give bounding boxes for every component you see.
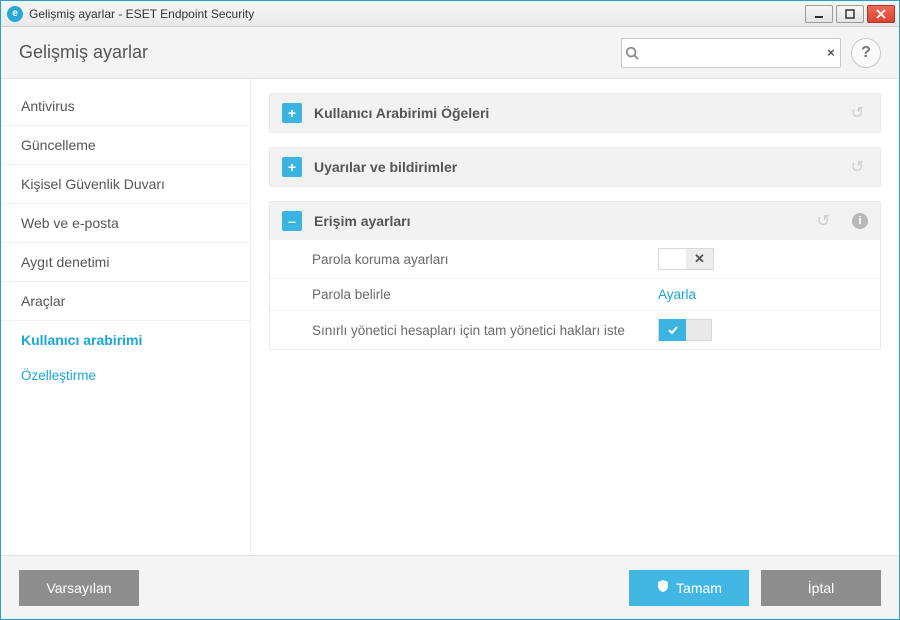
- section-alerts: + Uyarılar ve bildirimler ↺: [269, 147, 881, 187]
- search-input[interactable]: [642, 40, 822, 66]
- close-x-icon: ✕: [686, 249, 713, 269]
- toggle-off-slot: [659, 249, 686, 269]
- window-title: Gelişmiş ayarlar - ESET Endpoint Securit…: [29, 7, 254, 21]
- expand-icon[interactable]: +: [282, 103, 302, 123]
- footer-bar: Varsayılan Tamam İptal: [1, 555, 899, 619]
- sidebar-item-web-email[interactable]: Web ve e-posta: [1, 204, 250, 243]
- check-icon: [659, 319, 686, 341]
- sidebar-item-firewall[interactable]: Kişisel Güvenlik Duvarı: [1, 165, 250, 204]
- help-button[interactable]: ?: [851, 38, 881, 68]
- section-title: Erişim ayarları: [314, 213, 801, 229]
- password-protection-toggle[interactable]: ✕: [658, 248, 714, 270]
- title-bar: e Gelişmiş ayarlar - ESET Endpoint Secur…: [1, 1, 899, 27]
- reset-icon[interactable]: ↺: [847, 157, 868, 177]
- setting-label: Parola belirle: [312, 287, 658, 302]
- row-admin-rights: Sınırlı yönetici hesapları için tam yöne…: [270, 310, 880, 349]
- sidebar-item-antivirus[interactable]: Antivirus: [1, 87, 250, 126]
- sidebar-item-device-control[interactable]: Aygıt denetimi: [1, 243, 250, 282]
- setting-label: Sınırlı yönetici hesapları için tam yöne…: [312, 323, 658, 338]
- expand-icon[interactable]: +: [282, 157, 302, 177]
- reset-icon[interactable]: ↺: [847, 103, 868, 123]
- search-field[interactable]: ×: [621, 38, 841, 68]
- button-label: Tamam: [676, 580, 722, 596]
- section-body: Parola koruma ayarları ✕ Parola belirle …: [270, 240, 880, 349]
- section-title: Uyarılar ve bildirimler: [314, 159, 835, 175]
- page-title: Gelişmiş ayarlar: [19, 42, 621, 63]
- section-ui-elements: + Kullanıcı Arabirimi Öğeleri ↺: [269, 93, 881, 133]
- app-window: e Gelişmiş ayarlar - ESET Endpoint Secur…: [0, 0, 900, 620]
- defaults-button[interactable]: Varsayılan: [19, 570, 139, 606]
- set-password-link[interactable]: Ayarla: [658, 287, 696, 302]
- sidebar: Antivirus Güncelleme Kişisel Güvenlik Du…: [1, 79, 251, 555]
- search-icon: [622, 46, 642, 60]
- sidebar-item-tools[interactable]: Araçlar: [1, 282, 250, 321]
- sidebar-subitem-customize[interactable]: Özelleştirme: [1, 359, 250, 392]
- sidebar-item-user-interface[interactable]: Kullanıcı arabirimi: [1, 321, 250, 359]
- setting-label: Parola koruma ayarları: [312, 252, 658, 267]
- admin-rights-toggle[interactable]: [658, 319, 712, 341]
- row-password-protection: Parola koruma ayarları ✕: [270, 240, 880, 278]
- info-icon[interactable]: i: [852, 213, 868, 229]
- collapse-icon[interactable]: –: [282, 211, 302, 231]
- window-maximize-button[interactable]: [836, 5, 864, 23]
- search-clear-icon[interactable]: ×: [822, 45, 840, 60]
- content-pane: + Kullanıcı Arabirimi Öğeleri ↺ + Uyarıl…: [251, 79, 899, 555]
- shield-icon: [656, 579, 670, 596]
- ok-button[interactable]: Tamam: [629, 570, 749, 606]
- section-access-settings: – Erişim ayarları ↺ i Parola koruma ayar…: [269, 201, 881, 350]
- header-bar: Gelişmiş ayarlar × ?: [1, 27, 899, 79]
- button-label: İptal: [808, 580, 834, 596]
- cancel-button[interactable]: İptal: [761, 570, 881, 606]
- reset-icon[interactable]: ↺: [813, 211, 834, 231]
- row-set-password: Parola belirle Ayarla: [270, 278, 880, 310]
- button-label: Varsayılan: [46, 580, 111, 596]
- app-logo-icon: e: [7, 6, 23, 22]
- window-minimize-button[interactable]: [805, 5, 833, 23]
- section-title: Kullanıcı Arabirimi Öğeleri: [314, 105, 835, 121]
- window-close-button[interactable]: [867, 5, 895, 23]
- sidebar-item-update[interactable]: Güncelleme: [1, 126, 250, 165]
- main-body: Antivirus Güncelleme Kişisel Güvenlik Du…: [1, 79, 899, 555]
